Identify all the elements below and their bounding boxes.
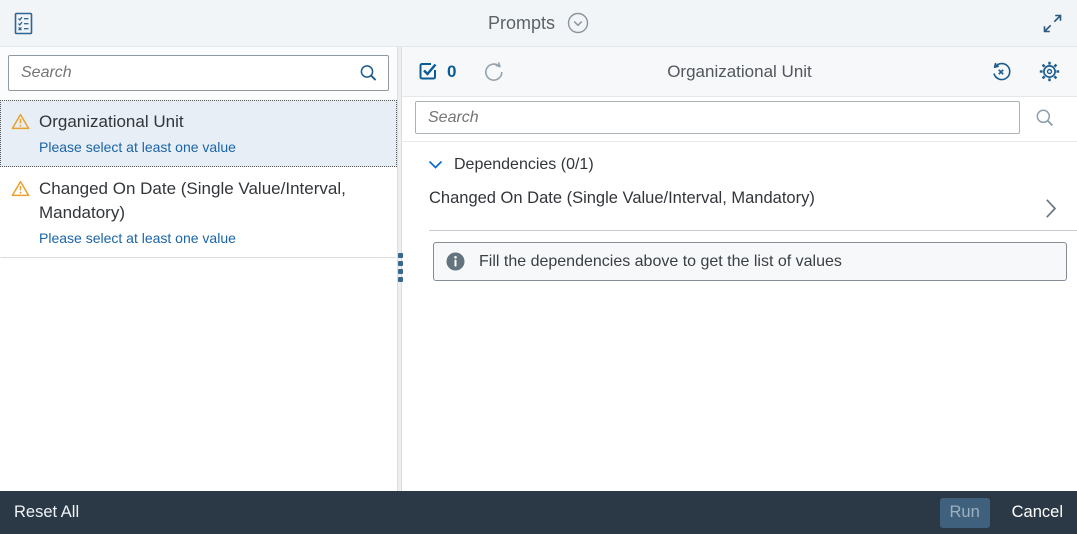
selected-count: 0 — [447, 62, 456, 82]
settings-button[interactable] — [1038, 60, 1061, 83]
prompt-title: Changed On Date (Single Value/Interval, … — [39, 177, 369, 225]
reset-values-button[interactable] — [990, 61, 1012, 83]
gear-icon — [1038, 60, 1061, 83]
prompts-search-button[interactable] — [359, 64, 378, 83]
expand-icon — [1042, 13, 1063, 34]
info-message: Fill the dependencies above to get the l… — [479, 253, 842, 271]
selected-values-button[interactable]: 0 — [418, 61, 456, 82]
warning-icon — [11, 177, 30, 249]
chevron-down-icon — [428, 160, 443, 170]
prompt-title: Organizational Unit — [39, 110, 236, 134]
chevron-down-circle-icon — [567, 12, 589, 34]
values-search-input[interactable] — [415, 101, 1020, 134]
refresh-icon — [483, 61, 505, 83]
dependencies-label: Dependencies (0/1) — [454, 156, 594, 174]
values-search-button[interactable] — [1035, 108, 1055, 128]
dialog-footer: Reset All Run Cancel — [0, 491, 1077, 534]
prompts-search-row — [0, 47, 397, 100]
prompts-panel: Organizational Unit Please select at lea… — [0, 47, 397, 491]
prompt-detail-panel: 0 Organizational Unit — [402, 47, 1077, 491]
prompts-dialog: Prompts — [0, 0, 1077, 534]
dependencies-info-strip: Fill the dependencies above to get the l… — [433, 242, 1067, 281]
expand-dialog-button[interactable] — [1042, 13, 1063, 34]
dependencies-section: Dependencies (0/1) Changed On Date (Sing… — [402, 142, 1077, 491]
prompt-item-changed-on-date[interactable]: Changed On Date (Single Value/Interval, … — [0, 167, 397, 258]
dependencies-header[interactable]: Dependencies (0/1) — [428, 156, 1077, 174]
checklist-icon — [14, 12, 33, 35]
prompt-message: Please select at least one value — [39, 229, 369, 249]
dialog-title: Prompts — [488, 13, 555, 34]
prompt-list-button[interactable] — [14, 12, 33, 35]
refresh-values-button[interactable] — [483, 61, 505, 83]
prompt-item-organizational-unit[interactable]: Organizational Unit Please select at lea… — [0, 100, 397, 167]
cancel-button[interactable]: Cancel — [1012, 503, 1063, 522]
run-button[interactable]: Run — [940, 498, 990, 528]
collapse-header-button[interactable] — [567, 12, 589, 34]
info-icon — [446, 252, 465, 271]
chevron-right-icon[interactable] — [1045, 198, 1057, 224]
panel-splitter[interactable] — [397, 47, 402, 491]
splitter-grip-icon[interactable] — [397, 253, 404, 282]
dialog-body: Organizational Unit Please select at lea… — [0, 47, 1077, 491]
warning-icon — [11, 110, 30, 158]
reset-all-button[interactable]: Reset All — [14, 503, 79, 522]
reset-values-icon — [990, 61, 1012, 83]
dependency-label: Changed On Date (Single Value/Interval, … — [429, 189, 815, 207]
search-icon — [1035, 108, 1055, 128]
prompt-message: Please select at least one value — [39, 138, 236, 158]
dependency-item[interactable]: Changed On Date (Single Value/Interval, … — [429, 174, 1077, 231]
values-search-row — [402, 97, 1077, 142]
header-title-group: Prompts — [0, 0, 1077, 46]
dialog-header: Prompts — [0, 0, 1077, 47]
search-icon — [359, 64, 378, 83]
detail-toolbar: 0 Organizational Unit — [402, 47, 1077, 97]
prompts-search-input[interactable] — [8, 55, 389, 91]
checkbox-checked-icon — [418, 61, 439, 82]
